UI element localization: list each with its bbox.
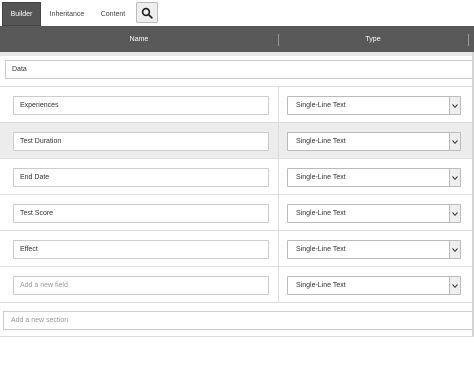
bottom-divider: [0, 336, 474, 337]
chevron-down-icon[interactable]: [449, 97, 460, 114]
section-name-input[interactable]: Data: [5, 60, 474, 79]
field-name-input[interactable]: Test Duration: [13, 132, 269, 151]
tab-inheritance[interactable]: Inheritance: [42, 2, 92, 26]
header-shadow: [0, 52, 474, 56]
search-icon: [141, 7, 153, 19]
chevron-down-icon[interactable]: [449, 241, 460, 258]
new-field-type-select[interactable]: Single-Line Text: [287, 276, 461, 295]
chevron-down-icon[interactable]: [449, 169, 460, 186]
field-type-value: Single-Line Text: [296, 246, 346, 253]
field-type-select[interactable]: Single-Line Text: [287, 132, 461, 151]
type-column-header: Type: [365, 35, 381, 43]
field-row: Effect Single-Line Text: [0, 231, 474, 267]
field-row: End Date Single-Line Text: [0, 159, 474, 195]
name-column-header: Name: [129, 35, 149, 43]
new-field-row: Add a new field Single-Line Text: [0, 267, 474, 303]
row-divider: [278, 267, 279, 302]
field-type-select[interactable]: Single-Line Text: [287, 168, 461, 187]
field-name-input[interactable]: Effect: [13, 240, 269, 259]
chevron-down-icon[interactable]: [449, 277, 460, 294]
column-header: Name Type: [0, 26, 474, 52]
field-name-input[interactable]: Experiences: [13, 96, 269, 115]
new-field-input[interactable]: Add a new field: [13, 276, 269, 295]
field-row: Experiences Single-Line Text: [0, 87, 474, 123]
field-type-value: Single-Line Text: [296, 174, 346, 181]
row-divider: [278, 87, 279, 122]
field-name-input[interactable]: Test Score: [13, 204, 269, 223]
column-divider: [468, 34, 469, 46]
field-type-select[interactable]: Single-Line Text: [287, 204, 461, 223]
field-row: Test Duration Single-Line Text: [0, 123, 474, 159]
field-row: Test Score Single-Line Text: [0, 195, 474, 231]
row-divider: [278, 195, 279, 230]
row-divider: [278, 159, 279, 194]
field-type-select[interactable]: Single-Line Text: [287, 240, 461, 259]
tab-builder[interactable]: Builder: [2, 2, 41, 26]
field-type-value: Single-Line Text: [296, 210, 346, 217]
row-divider: [278, 123, 279, 158]
tab-content[interactable]: Content: [93, 2, 133, 26]
tab-bar: Builder Inheritance Content: [0, 0, 474, 26]
search-button[interactable]: [136, 2, 158, 23]
field-type-select[interactable]: Single-Line Text: [287, 96, 461, 115]
chevron-down-icon[interactable]: [449, 205, 460, 222]
row-divider: [278, 231, 279, 266]
field-type-value: Single-Line Text: [296, 138, 346, 145]
field-type-value: Single-Line Text: [296, 282, 346, 289]
field-name-input[interactable]: End Date: [13, 168, 269, 187]
chevron-down-icon[interactable]: [449, 133, 460, 150]
field-list: Experiences Single-Line Text Test Durati…: [0, 86, 474, 303]
field-type-value: Single-Line Text: [296, 102, 346, 109]
new-section-input[interactable]: Add a new section: [3, 311, 474, 330]
